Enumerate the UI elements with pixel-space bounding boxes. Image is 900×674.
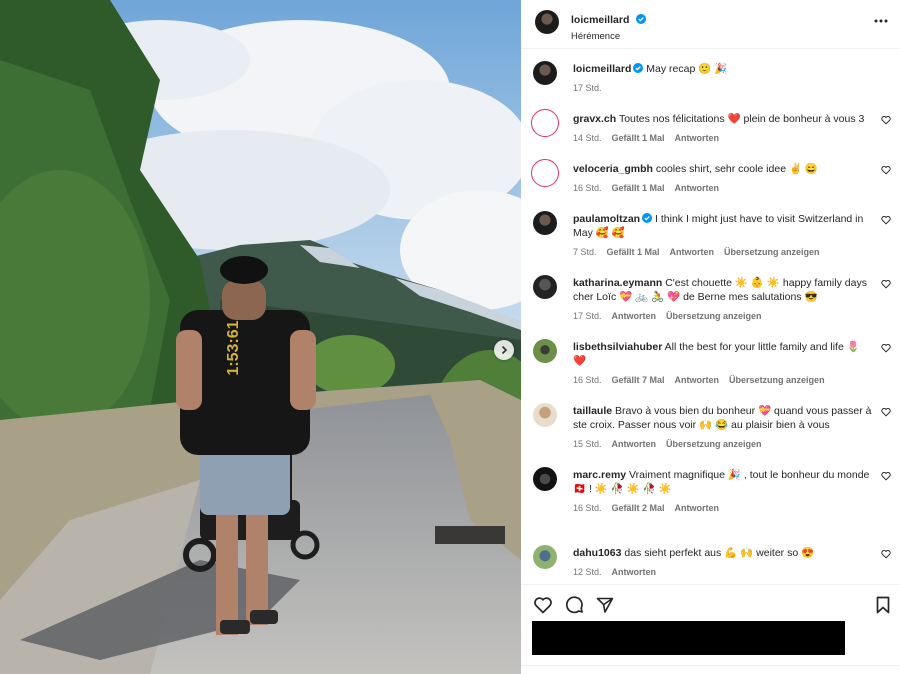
post-location[interactable]: Hérémence (571, 31, 646, 42)
comment-age: 12 Std. (573, 567, 602, 577)
more-icon[interactable] (874, 14, 888, 28)
comment-likes[interactable]: Gefällt 2 Mal (612, 503, 665, 513)
commenter-avatar[interactable] (533, 467, 557, 491)
comment-username[interactable]: lisbethsilviahuber (573, 341, 662, 353)
reply-button[interactable]: Antworten (675, 503, 720, 513)
comment-username[interactable]: katharina.eymann (573, 277, 662, 289)
heart-icon[interactable] (881, 549, 891, 559)
share-icon[interactable] (595, 595, 615, 615)
heart-icon[interactable] (881, 165, 891, 175)
comment-text: das sieht perfekt aus 💪 🙌 weiter so 😍 (624, 547, 815, 559)
commenter-avatar[interactable] (531, 109, 559, 137)
comments-list[interactable]: loicmeillard May recap 🙂 🎉 17 Std. gravx… (521, 49, 900, 584)
divider (521, 665, 900, 666)
caption-age: 17 Std. (573, 83, 602, 93)
reply-button[interactable]: Antworten (675, 183, 720, 193)
post-photo[interactable]: 1:53:61 (0, 0, 521, 674)
commenter-avatar[interactable] (533, 545, 557, 569)
commenter-avatar[interactable] (533, 403, 557, 427)
comment-likes[interactable]: Gefällt 1 Mal (607, 247, 660, 257)
translate-button[interactable]: Übersetzung anzeigen (666, 439, 762, 449)
comment-likes[interactable]: Gefällt 1 Mal (612, 183, 665, 193)
comment-likes[interactable]: Gefällt 7 Mal (612, 375, 665, 385)
commenter-avatar[interactable] (533, 275, 557, 299)
comment-age: 16 Std. (573, 375, 602, 385)
heart-icon[interactable] (881, 343, 891, 353)
author-username[interactable]: loicmeillard (571, 14, 629, 26)
comment-text: Toutes nos félicitations ❤️ plein de bon… (618, 113, 865, 125)
heart-icon[interactable] (533, 595, 553, 615)
translate-button[interactable]: Übersetzung anzeigen (729, 375, 825, 385)
chevron-right-icon (501, 345, 508, 355)
post-action-bar (521, 584, 900, 625)
reply-button[interactable]: Antworten (670, 247, 715, 257)
heart-icon[interactable] (881, 471, 891, 481)
author-avatar[interactable] (535, 10, 559, 34)
author-avatar[interactable] (533, 61, 557, 85)
comment-username[interactable]: taillaule (573, 405, 612, 417)
shirt-print: 1:53:61 (225, 320, 242, 375)
heart-icon[interactable] (881, 279, 891, 289)
translate-button[interactable]: Übersetzung anzeigen (666, 311, 762, 321)
verified-badge-icon (633, 63, 644, 73)
comment-username[interactable]: paulamoltzan (573, 213, 640, 225)
comment-age: 17 Std. (573, 311, 602, 321)
reply-button[interactable]: Antworten (612, 439, 657, 449)
reply-button[interactable]: Antworten (675, 375, 720, 385)
commenter-avatar[interactable] (533, 211, 557, 235)
heart-icon[interactable] (881, 115, 891, 125)
heart-icon[interactable] (881, 407, 891, 417)
comment-age: 16 Std. (573, 503, 602, 513)
reply-button[interactable]: Antworten (612, 567, 657, 577)
comment-text: cooles shirt, sehr coole idee ✌️ 😄 (655, 163, 819, 175)
comment-text: Bravo à vous bien du bonheur 💝 quand vou… (573, 405, 872, 431)
caption-text: May recap 🙂 🎉 (646, 63, 728, 75)
comment-likes[interactable]: Gefällt 1 Mal (612, 133, 665, 143)
verified-badge-icon (635, 14, 646, 24)
next-image-button[interactable] (494, 340, 514, 360)
comment-icon[interactable] (564, 595, 584, 615)
comment-username[interactable]: marc.remy (573, 469, 626, 481)
commenter-avatar[interactable] (533, 339, 557, 363)
comment-username[interactable]: gravx.ch (573, 113, 616, 125)
bookmark-icon[interactable] (873, 595, 893, 615)
translate-button[interactable]: Übersetzung anzeigen (724, 247, 820, 257)
heart-icon[interactable] (881, 215, 891, 225)
comment-username[interactable]: dahu1063 (573, 547, 621, 559)
comment-username[interactable]: veloceria_gmbh (573, 163, 653, 175)
verified-badge-icon (642, 213, 653, 223)
commenter-avatar[interactable] (531, 159, 559, 187)
post-header: loicmeillard Hérémence (521, 0, 900, 49)
caption-username[interactable]: loicmeillard (573, 63, 631, 75)
comment-age: 15 Std. (573, 439, 602, 449)
photo-scene: 1:53:61 (0, 0, 521, 674)
reply-button[interactable]: Antworten (612, 311, 657, 321)
reply-button[interactable]: Antworten (675, 133, 720, 143)
post-sidebar: loicmeillard Hérémence loicmeillard May … (521, 0, 900, 674)
comment-age: 16 Std. (573, 183, 602, 193)
redacted-area (532, 621, 845, 655)
comment-age: 14 Std. (573, 133, 602, 143)
comment-age: 7 Std. (573, 247, 597, 257)
